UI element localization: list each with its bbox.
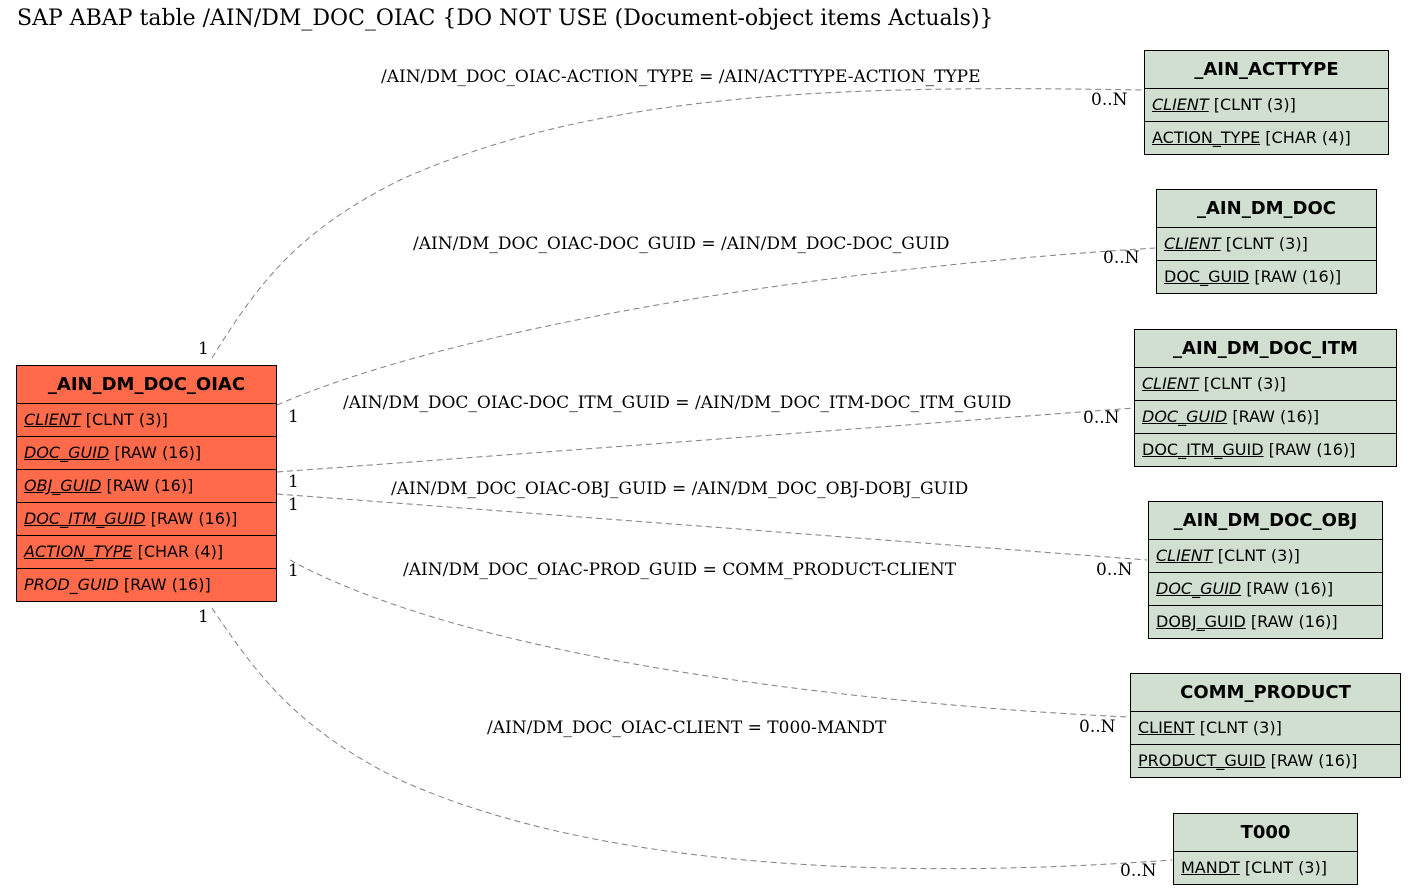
field-type: [CLNT (3)] (1203, 374, 1286, 393)
field-row[interactable]: DOC_ITM_GUID [RAW (16)] (17, 503, 276, 536)
main-table[interactable]: _AIN_DM_DOC_OIAC CLIENT [CLNT (3)] DOC_G… (16, 365, 277, 602)
to-cardinality-dm-doc-obj: 0..N (1096, 560, 1133, 580)
field-row[interactable]: ACTION_TYPE [CHAR (4)] (17, 536, 276, 569)
field-row[interactable]: DOC_GUID [RAW (16)] (1149, 573, 1382, 606)
from-cardinality-dm-doc: 1 (288, 407, 299, 427)
from-cardinality-dm-doc-obj: 1 (288, 495, 299, 515)
field-name: DOBJ_GUID (1156, 612, 1246, 631)
field-name: DOC_GUID (1142, 407, 1228, 426)
field-row[interactable]: DOC_GUID [RAW (16)] (1157, 261, 1376, 293)
field-name: CLIENT (1152, 95, 1209, 114)
field-row[interactable]: CLIENT [CLNT (3)] (1135, 368, 1396, 401)
field-name: ACTION_TYPE (24, 542, 133, 561)
main-table-name: _AIN_DM_DOC_OIAC (17, 366, 276, 404)
field-type: [CHAR (4)] (1265, 128, 1351, 147)
relation-line-dm-doc-itm (276, 407, 1135, 473)
ref-table-comm-product[interactable]: COMM_PRODUCT CLIENT [CLNT (3)] PRODUCT_G… (1130, 673, 1401, 778)
field-name: ACTION_TYPE (1152, 128, 1261, 147)
from-cardinality-acttype: 1 (198, 339, 209, 359)
field-row[interactable]: PROD_GUID [RAW (16)] (17, 569, 276, 601)
field-type: [RAW (16)] (106, 476, 194, 495)
to-cardinality-acttype: 0..N (1091, 90, 1128, 110)
to-cardinality-comm-product: 0..N (1079, 717, 1116, 737)
field-name: CLIENT (1138, 718, 1195, 737)
field-type: [RAW (16)] (1232, 407, 1320, 426)
relation-label-dm-doc-itm: /AIN/DM_DOC_OIAC-DOC_ITM_GUID = /AIN/DM_… (343, 393, 1011, 413)
field-row[interactable]: DOC_GUID [RAW (16)] (1135, 401, 1396, 434)
field-row[interactable]: PRODUCT_GUID [RAW (16)] (1131, 745, 1400, 777)
field-row[interactable]: ACTION_TYPE [CHAR (4)] (1145, 122, 1388, 154)
field-type: [RAW (16)] (1270, 751, 1358, 770)
field-row[interactable]: OBJ_GUID [RAW (16)] (17, 470, 276, 503)
field-type: [RAW (16)] (150, 509, 238, 528)
relation-line-acttype (211, 88, 1144, 359)
ref-table-ain-acttype[interactable]: _AIN_ACTTYPE CLIENT [CLNT (3)] ACTION_TY… (1144, 50, 1389, 155)
field-name: CLIENT (24, 410, 81, 429)
relation-label-dm-doc: /AIN/DM_DOC_OIAC-DOC_GUID = /AIN/DM_DOC-… (413, 234, 950, 254)
field-name: DOC_ITM_GUID (24, 509, 146, 528)
relation-line-dm-doc (276, 247, 1156, 406)
ref-table-name: COMM_PRODUCT (1131, 674, 1400, 712)
field-name: PRODUCT_GUID (1138, 751, 1266, 770)
to-cardinality-dm-doc-itm: 0..N (1083, 408, 1120, 428)
field-row[interactable]: CLIENT [CLNT (3)] (1149, 540, 1382, 573)
from-cardinality-t000: 1 (198, 607, 209, 627)
field-row[interactable]: MANDT [CLNT (3)] (1174, 852, 1357, 884)
ref-table-ain-dm-doc-itm[interactable]: _AIN_DM_DOC_ITM CLIENT [CLNT (3)] DOC_GU… (1134, 329, 1397, 467)
field-row[interactable]: CLIENT [CLNT (3)] (1131, 712, 1400, 745)
from-cardinality-dm-doc-itm: 1 (288, 472, 299, 492)
field-type: [CLNT (3)] (1225, 234, 1308, 253)
field-name: DOC_GUID (1156, 579, 1242, 598)
relation-label-t000: /AIN/DM_DOC_OIAC-CLIENT = T000-MANDT (487, 718, 887, 738)
field-type: [RAW (16)] (1250, 612, 1338, 631)
relation-label-acttype: /AIN/DM_DOC_OIAC-ACTION_TYPE = /AIN/ACTT… (381, 67, 981, 87)
ref-table-ain-dm-doc[interactable]: _AIN_DM_DOC CLIENT [CLNT (3)] DOC_GUID [… (1156, 189, 1377, 294)
relation-label-comm-product: /AIN/DM_DOC_OIAC-PROD_GUID = COMM_PRODUC… (403, 560, 957, 580)
field-name: CLIENT (1142, 374, 1199, 393)
ref-table-name: T000 (1174, 814, 1357, 852)
to-cardinality-t000: 0..N (1120, 861, 1157, 881)
ref-table-name: _AIN_DM_DOC_ITM (1135, 330, 1396, 368)
field-type: [RAW (16)] (114, 443, 202, 462)
field-name: CLIENT (1164, 234, 1221, 253)
relation-line-t000 (211, 607, 1173, 870)
field-name: CLIENT (1156, 546, 1213, 565)
relation-label-dm-doc-obj: /AIN/DM_DOC_OIAC-OBJ_GUID = /AIN/DM_DOC_… (391, 479, 968, 499)
field-type: [CLNT (3)] (1199, 718, 1282, 737)
to-cardinality-dm-doc: 0..N (1103, 248, 1140, 268)
field-type: [RAW (16)] (1268, 440, 1356, 459)
relation-line-comm-product (289, 559, 1131, 718)
field-name: DOC_ITM_GUID (1142, 440, 1264, 459)
ref-table-name: _AIN_ACTTYPE (1145, 51, 1388, 89)
field-type: [CLNT (3)] (85, 410, 168, 429)
field-row[interactable]: DOC_GUID [RAW (16)] (17, 437, 276, 470)
field-type: [CHAR (4)] (137, 542, 224, 561)
field-type: [CLNT (3)] (1213, 95, 1296, 114)
from-cardinality-comm-product: 1 (288, 561, 299, 581)
relation-line-dm-doc-obj (276, 493, 1148, 561)
field-name: OBJ_GUID (24, 476, 102, 495)
field-row[interactable]: CLIENT [CLNT (3)] (1157, 228, 1376, 261)
field-type: [RAW (16)] (1254, 267, 1342, 286)
field-type: [CLNT (3)] (1244, 858, 1327, 877)
field-row[interactable]: DOC_ITM_GUID [RAW (16)] (1135, 434, 1396, 466)
field-name: PROD_GUID (24, 575, 119, 594)
ref-table-t000[interactable]: T000 MANDT [CLNT (3)] (1173, 813, 1358, 885)
ref-table-name: _AIN_DM_DOC (1157, 190, 1376, 228)
field-row[interactable]: CLIENT [CLNT (3)] (1145, 89, 1388, 122)
field-type: [RAW (16)] (123, 575, 211, 594)
field-name: MANDT (1181, 858, 1240, 877)
field-type: [CLNT (3)] (1217, 546, 1300, 565)
field-name: DOC_GUID (24, 443, 110, 462)
ref-table-name: _AIN_DM_DOC_OBJ (1149, 502, 1382, 540)
ref-table-ain-dm-doc-obj[interactable]: _AIN_DM_DOC_OBJ CLIENT [CLNT (3)] DOC_GU… (1148, 501, 1383, 639)
field-row[interactable]: DOBJ_GUID [RAW (16)] (1149, 606, 1382, 638)
field-type: [RAW (16)] (1246, 579, 1334, 598)
field-name: DOC_GUID (1164, 267, 1250, 286)
field-row[interactable]: CLIENT [CLNT (3)] (17, 404, 276, 437)
